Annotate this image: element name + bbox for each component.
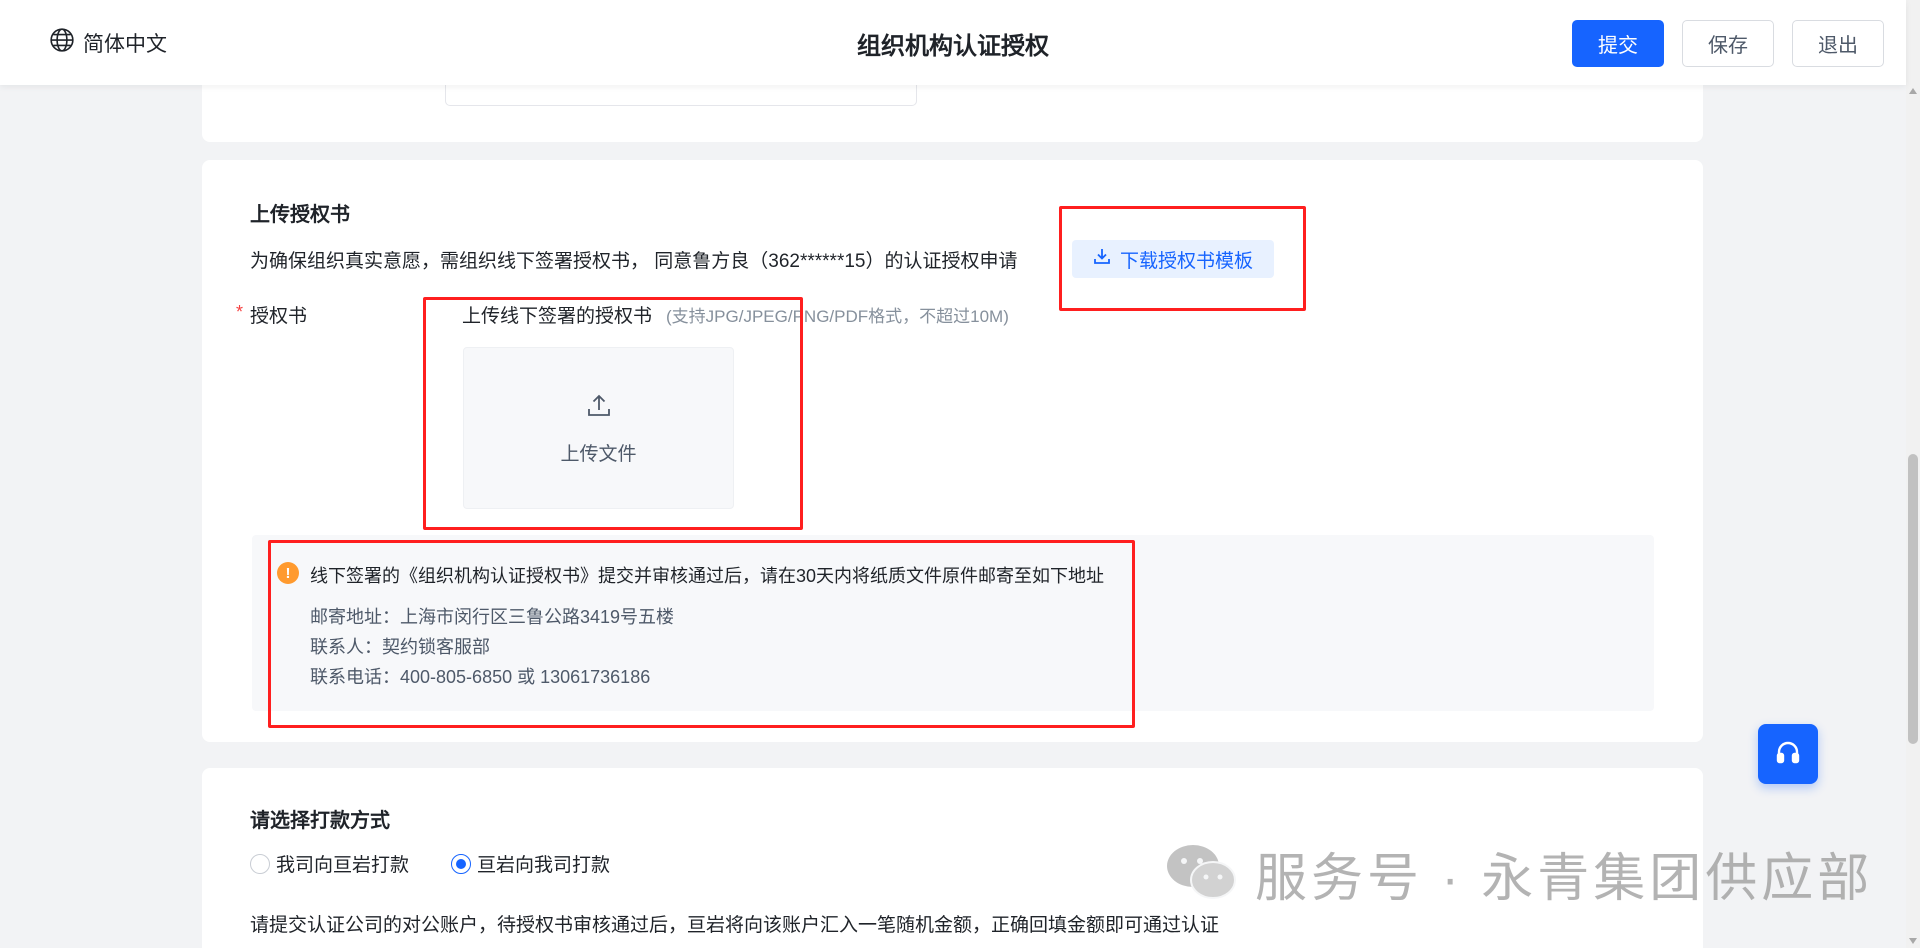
watermark: 服务号 · 永青集团供应部 xyxy=(1163,836,1873,911)
authorization-field-label: 授权书 xyxy=(250,306,308,327)
annotation-box-notice xyxy=(268,540,1135,728)
scrollbar-thumb[interactable] xyxy=(1908,454,1918,744)
radio-label: 我司向亘岩打款 xyxy=(276,855,410,876)
authorization-description: 为确保组织真实意愿，需组织线下签署授权书， 同意鲁方良（362******15）… xyxy=(250,251,1018,272)
scroll-down-arrow-icon[interactable] xyxy=(1909,938,1917,944)
radio-unchecked[interactable] xyxy=(250,853,270,874)
watermark-text: 服务号 · 永青集团供应部 xyxy=(1255,850,1874,908)
wechat-icon xyxy=(1163,840,1241,907)
radio-option-they-pay[interactable]: 亘岩向我司打款 xyxy=(451,850,610,877)
scroll-up-arrow-icon[interactable] xyxy=(1909,88,1917,94)
customer-service-button[interactable] xyxy=(1758,724,1818,784)
required-mark: * xyxy=(236,302,244,322)
radio-option-we-pay[interactable]: 我司向亘岩打款 xyxy=(250,850,409,877)
annotation-box-download xyxy=(1059,206,1306,311)
submit-button[interactable]: 提交 xyxy=(1572,20,1664,67)
top-bar: 简体中文 组织机构认证授权 提交 保存 退出 xyxy=(0,0,1906,85)
headset-icon xyxy=(1773,737,1803,772)
section-title: 上传授权书 xyxy=(250,204,350,226)
payment-options: 我司向亘岩打款 亘岩向我司打款 xyxy=(250,850,652,877)
exit-button[interactable]: 退出 xyxy=(1792,20,1884,67)
payment-description: 请提交认证公司的对公账户，待授权书审核通过后，亘岩将向该账户汇入一笔随机金额，正… xyxy=(250,915,1220,936)
radio-checked[interactable] xyxy=(451,853,472,874)
annotation-box-upload xyxy=(423,297,803,530)
payment-title: 请选择打款方式 xyxy=(250,810,390,832)
save-button[interactable]: 保存 xyxy=(1682,20,1774,67)
radio-label: 亘岩向我司打款 xyxy=(477,855,611,876)
